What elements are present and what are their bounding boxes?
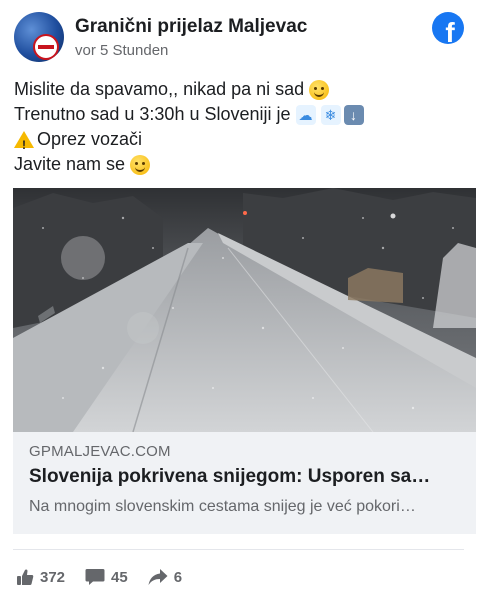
post-actions: 372 45 6 — [16, 566, 202, 588]
like-button[interactable]: 372 — [16, 568, 65, 586]
like-count: 372 — [40, 568, 66, 586]
snow-cloud-icon: ☁ — [295, 104, 316, 125]
post-timestamp[interactable]: vor 5 Stunden — [75, 42, 168, 59]
post-line-text: Javite nam se — [14, 154, 126, 174]
comment-button[interactable]: 45 — [85, 568, 128, 586]
post-line-text: Oprez vozači — [37, 129, 143, 149]
down-arrow-icon: ↓ — [343, 104, 364, 125]
post-line-4: Javite nam se — [14, 152, 464, 177]
share-arrow-icon — [148, 569, 168, 585]
link-title[interactable]: Slovenija pokrivena snijegom: Usporen sa… — [29, 466, 469, 488]
post-body: Mislite da spavamo,, nikad pa ni sad Tre… — [14, 77, 464, 177]
post-line-2: Trenutno sad u 3:30h u Sloveniji je ☁ ❄ … — [14, 102, 464, 127]
facebook-logo-icon: f — [432, 12, 464, 44]
link-description: Na mnogim slovenskim cestama snijeg je v… — [29, 498, 416, 515]
comment-bubble-icon — [85, 569, 105, 585]
link-domain: GPMALJEVAC.COM — [29, 443, 171, 460]
thumbs-up-icon — [17, 569, 34, 585]
warning-icon — [14, 131, 34, 158]
post-line-text: Trenutno sad u 3:30h u Sloveniji je — [14, 104, 291, 124]
no-entry-sign-icon — [33, 34, 59, 60]
post-header: Granični prijelaz Maljevac vor 5 Stunden… — [14, 12, 464, 64]
post-line-text: Mislite da spavamo,, nikad pa ni sad — [14, 79, 305, 99]
page-avatar[interactable] — [14, 12, 64, 62]
share-button[interactable]: 6 — [148, 568, 182, 586]
comment-count: 45 — [111, 568, 128, 586]
divider — [13, 549, 464, 550]
grinning-face-icon — [309, 79, 330, 100]
page-name[interactable]: Granični prijelaz Maljevac — [75, 16, 307, 38]
snowflake-icon: ❄ — [320, 104, 341, 125]
share-count: 6 — [173, 568, 183, 586]
post-line-3: Oprez vozači — [14, 127, 464, 158]
smiling-face-icon — [130, 154, 151, 175]
snowy-road-image[interactable] — [13, 188, 476, 432]
post-line-1: Mislite da spavamo,, nikad pa ni sad — [14, 77, 464, 102]
link-preview-card[interactable]: GPMALJEVAC.COM Slovenija pokrivena snije… — [13, 188, 476, 534]
